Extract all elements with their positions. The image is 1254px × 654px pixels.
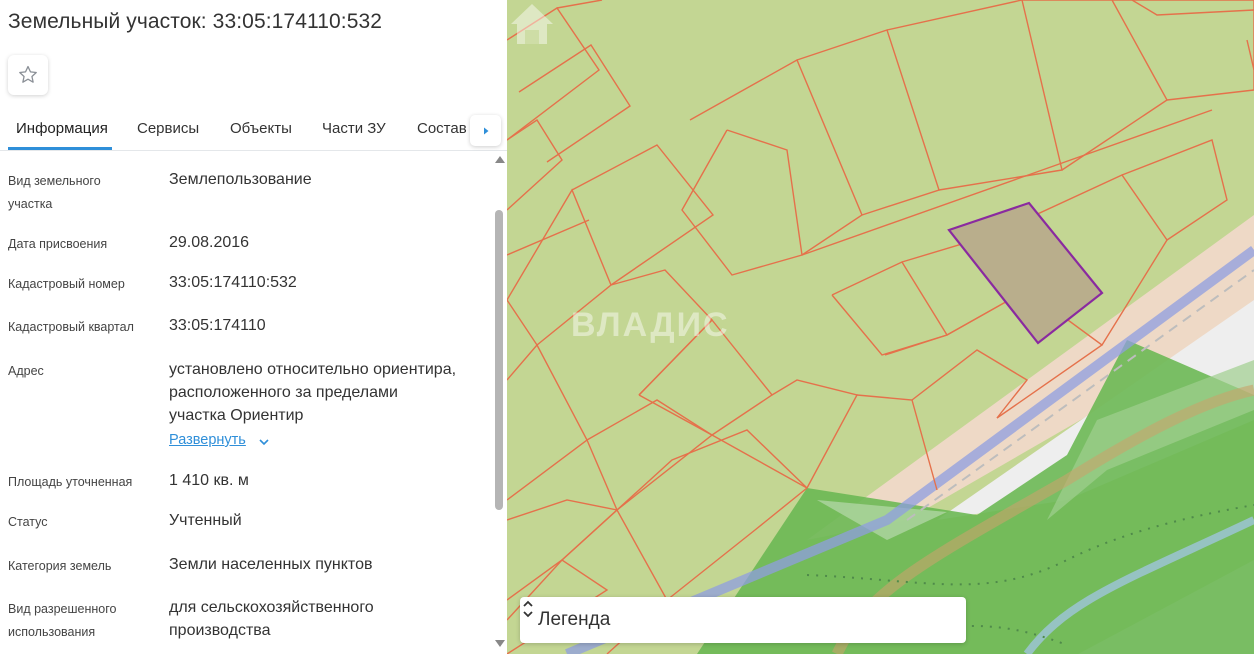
chevron-up-down-icon <box>523 600 533 618</box>
vladis-logo-icon <box>511 4 553 44</box>
favorite-button[interactable] <box>8 55 48 95</box>
map-view[interactable]: ВЛАДИС Легенда <box>507 0 1254 654</box>
info-label: Вид разрешенного использования <box>8 602 117 639</box>
info-label: Кадастровый квартал <box>8 320 134 334</box>
info-label: Площадь уточненная <box>8 475 133 489</box>
chevron-down-icon[interactable] <box>258 436 270 448</box>
scroll-down-arrow-icon[interactable] <box>495 640 505 647</box>
info-label: Кадастровый номер <box>8 277 125 291</box>
info-panel: Земельный участок: 33:05:174110:532 Инфо… <box>0 0 507 654</box>
tab-objects[interactable]: Объекты <box>230 120 292 137</box>
expand-link[interactable]: Развернуть <box>169 432 246 448</box>
page-title: Земельный участок: 33:05:174110:532 <box>8 10 383 33</box>
tabs-scroll-right-button[interactable] <box>470 115 501 146</box>
info-label: Вид земельного участка <box>8 174 101 211</box>
info-value: установлено относительно ориентира, расп… <box>169 361 457 424</box>
info-label: Дата присвоения <box>8 237 108 251</box>
info-value: 29.08.2016 <box>169 234 250 251</box>
info-list: Вид земельного участка Землепользование … <box>0 152 492 654</box>
info-value: Учтенный <box>169 512 242 529</box>
legend-dropdown[interactable]: Легенда <box>520 597 966 643</box>
info-label: Категория земель <box>8 559 112 573</box>
selected-parcel <box>947 201 1104 345</box>
tab-services[interactable]: Сервисы <box>137 120 199 137</box>
info-value: Земли населенных пунктов <box>169 556 373 573</box>
active-tab-indicator <box>8 147 112 150</box>
caret-right-icon <box>483 127 488 134</box>
star-outline-icon <box>19 65 37 83</box>
tab-info[interactable]: Информация <box>16 120 108 137</box>
scroll-up-arrow-icon[interactable] <box>495 156 505 163</box>
tab-composition[interactable]: Состав <box>417 120 467 137</box>
watermark-text: ВЛАДИС <box>571 306 730 344</box>
tab-parts[interactable]: Части ЗУ <box>322 120 386 137</box>
info-value[interactable]: 33:05:174110:532 <box>169 271 469 294</box>
info-value[interactable]: 33:05:174110 <box>169 314 469 337</box>
info-value: 1 410 кв. м <box>169 472 249 489</box>
scrollbar[interactable] <box>493 152 505 652</box>
info-label: Адрес <box>8 364 44 378</box>
legend-label: Легенда <box>538 609 611 630</box>
tab-bar: Информация Сервисы Объекты Части ЗУ Сост… <box>0 112 507 151</box>
info-value: Землепользование <box>169 171 312 188</box>
info-label: Статус <box>8 515 48 529</box>
info-value: для сельскохозяйственного производства <box>169 599 374 639</box>
scrollbar-thumb[interactable] <box>495 210 503 510</box>
